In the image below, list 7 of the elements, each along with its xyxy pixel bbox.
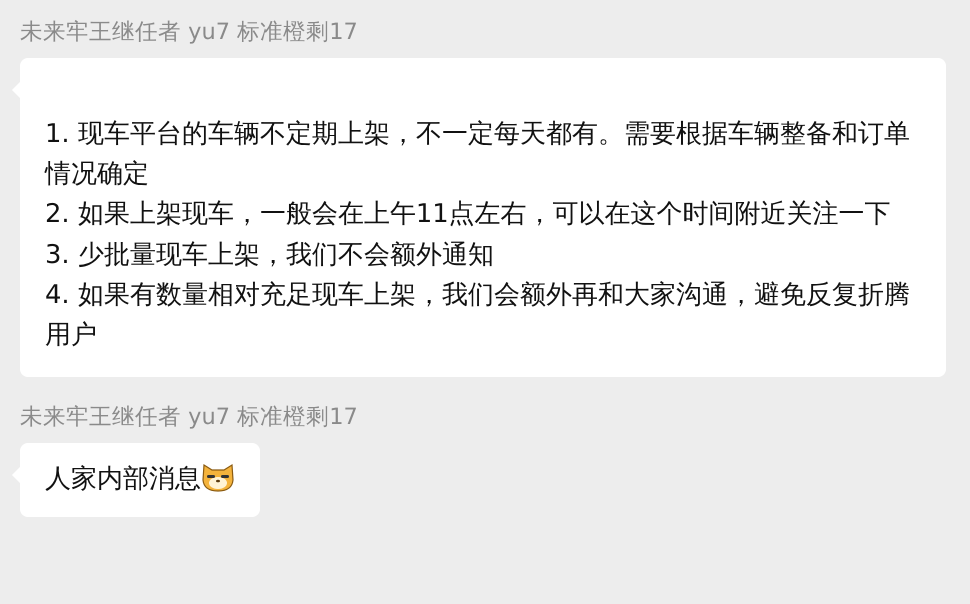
sender-name: 未来牢王继任者 yu7 标准橙剩17	[20, 403, 359, 432]
message-text: 4. 如果有数量相对充足现车上架，我们会额外再和大家沟通，避免反复折腾用户	[45, 280, 910, 350]
message-text: 3. 少批量现车上架，我们不会额外通知	[45, 240, 494, 270]
message-text: 1. 现车平台的车辆不定期上架，不一定每天都有。需要根据车辆整备和订单情况确定	[45, 119, 910, 190]
message-text: 2. 如果上架现车，一般会在上午11点左右，可以在这个时间附近关注一下	[45, 199, 891, 230]
message-text: 人家内部消息	[45, 464, 201, 494]
sender-name: 未来牢王继任者 yu7 标准橙剩17	[20, 18, 359, 46]
